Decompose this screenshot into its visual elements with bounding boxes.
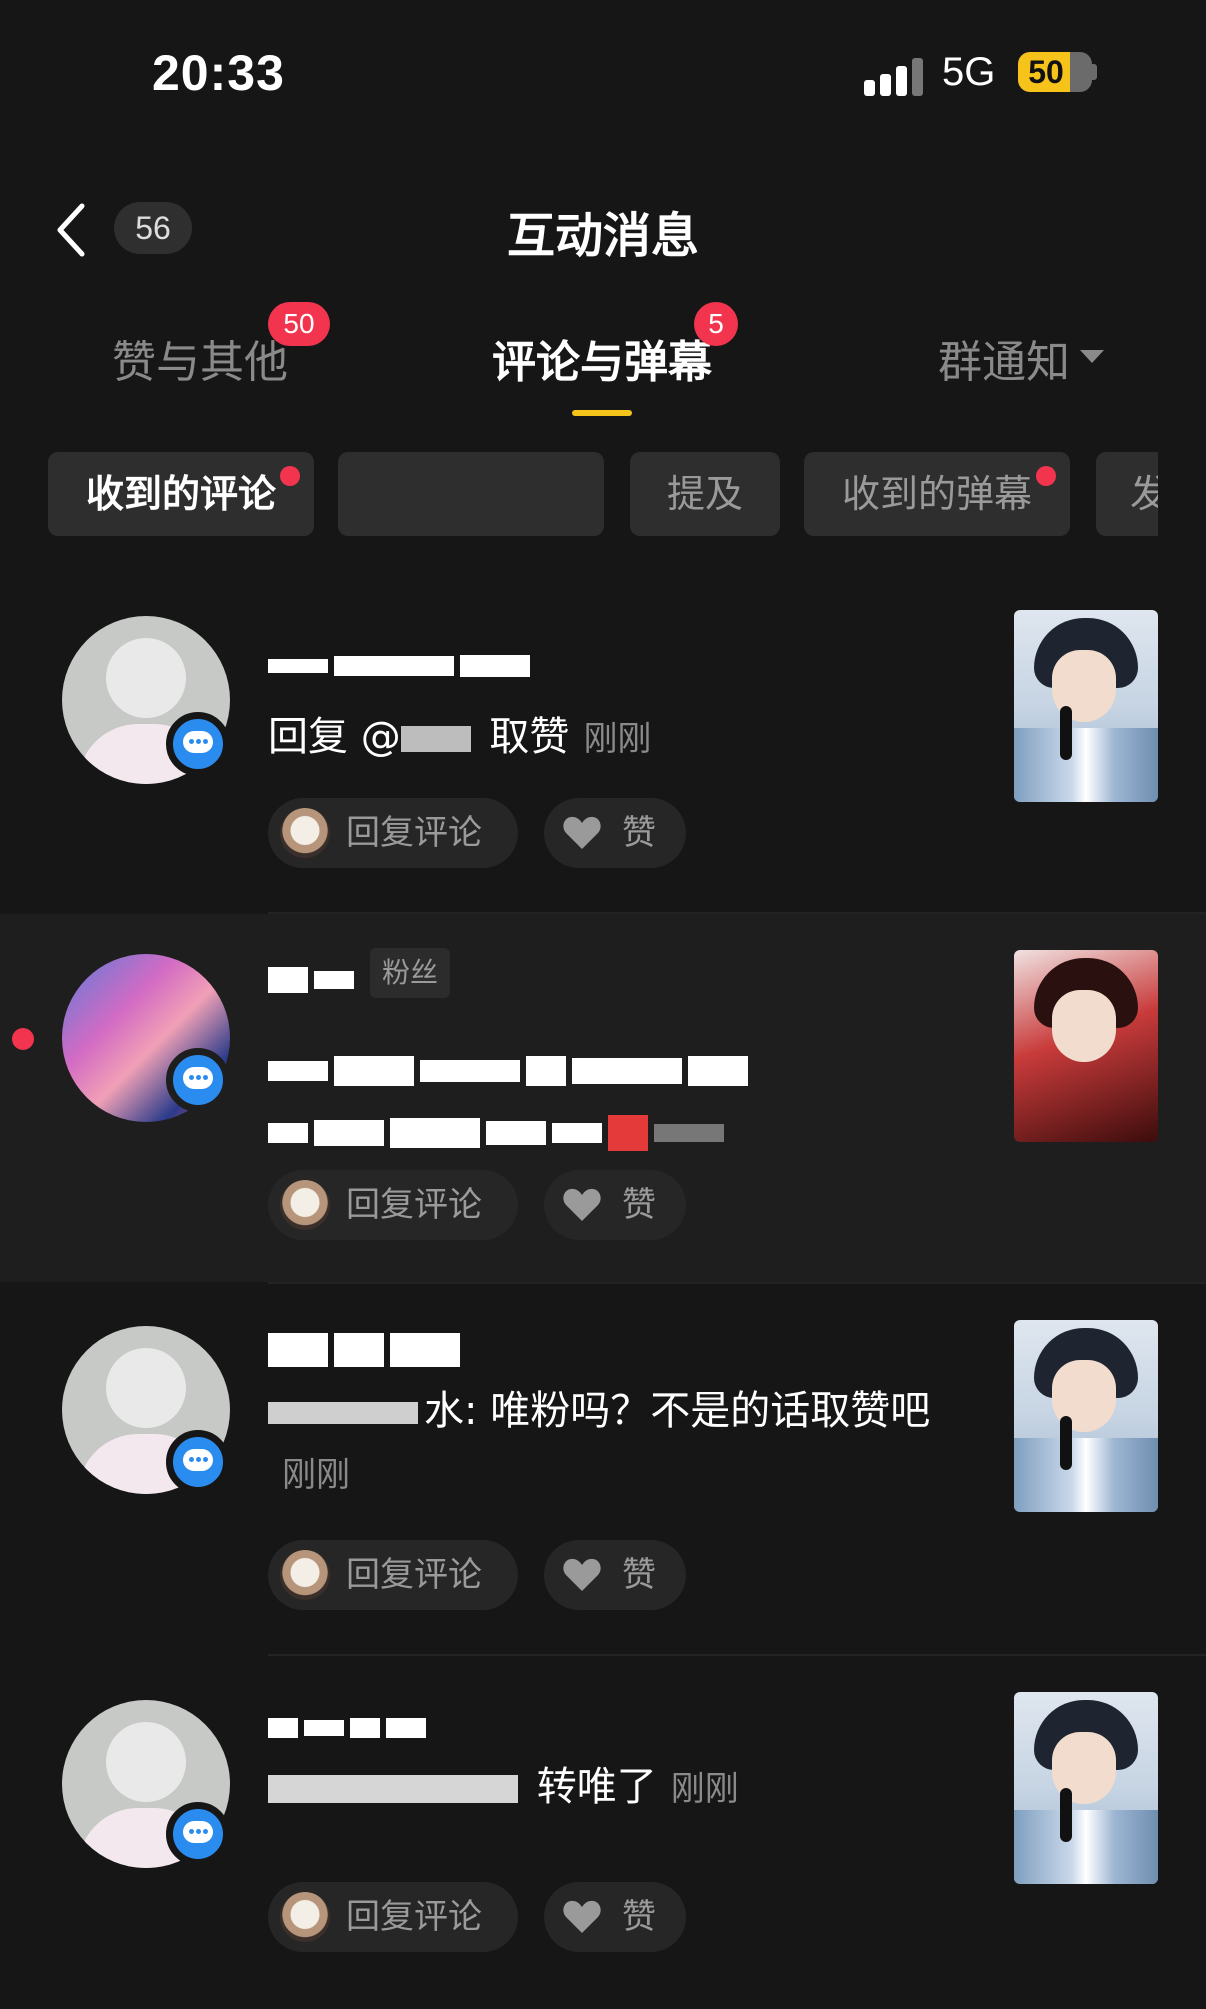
page-title: 互动消息 xyxy=(506,208,699,264)
network-type: 5G xyxy=(942,50,996,94)
list-item[interactable]: 水: 唯粉吗？不是的话取赞吧刚刚 回复评论 赞 xyxy=(0,1284,1206,1654)
message-icon xyxy=(166,712,230,776)
unread-dot xyxy=(12,1028,34,1050)
message-icon xyxy=(166,1430,230,1494)
video-thumbnail[interactable] xyxy=(1014,1320,1158,1512)
tab-comments[interactable]: 评论与弹幕 xyxy=(492,326,712,390)
chip-unread-dot xyxy=(1036,466,1056,486)
chip-sent[interactable]: 发 xyxy=(1096,452,1158,536)
tab-likes-badge: 50 xyxy=(268,302,330,346)
battery-icon: 50 xyxy=(1018,52,1092,92)
active-tab-indicator xyxy=(572,410,632,416)
heart-icon xyxy=(563,1558,601,1591)
signal-icon xyxy=(864,56,924,96)
user-name[interactable] xyxy=(268,958,360,999)
tab-group-notice[interactable]: 群通知 xyxy=(938,326,1070,390)
my-avatar xyxy=(280,1550,330,1600)
my-avatar xyxy=(280,1892,330,1942)
reply-comment-button[interactable]: 回复评论 xyxy=(268,798,518,868)
like-button[interactable]: 赞 xyxy=(544,798,686,868)
heart-icon xyxy=(563,816,601,849)
filter-chips: 收到的评论 提及 收到的弹幕 发 xyxy=(48,452,1158,536)
tab-comments-badge: 5 xyxy=(694,302,738,346)
caret-down-icon[interactable] xyxy=(1080,350,1104,363)
video-thumbnail[interactable] xyxy=(1014,610,1158,802)
fan-tag: 粉丝 xyxy=(370,948,451,998)
status-time: 20:33 xyxy=(152,45,285,101)
comment-content[interactable]: 转唯了 刚刚 xyxy=(268,1756,948,1820)
like-button[interactable]: 赞 xyxy=(544,1540,686,1610)
reply-comment-button[interactable]: 回复评论 xyxy=(268,1170,518,1240)
message-icon xyxy=(166,1802,230,1866)
battery-tip xyxy=(1092,64,1097,80)
chip-received-comments[interactable]: 收到的评论 xyxy=(48,452,314,536)
list-item[interactable]: 转唯了 刚刚 回复评论 赞 xyxy=(0,1656,1206,2009)
reply-comment-button[interactable]: 回复评论 xyxy=(268,1540,518,1610)
status-bar: 20:33 5G 50 xyxy=(0,0,1206,150)
tab-likes[interactable]: 赞与其他 xyxy=(112,326,288,390)
comment-content[interactable]: 水: 唯粉吗？不是的话取赞吧刚刚 xyxy=(268,1380,948,1506)
message-icon xyxy=(166,1048,230,1112)
my-avatar xyxy=(280,1180,330,1230)
video-thumbnail[interactable] xyxy=(1014,950,1158,1142)
like-button[interactable]: 赞 xyxy=(544,1170,686,1240)
heart-icon xyxy=(563,1900,601,1933)
user-name[interactable] xyxy=(268,644,536,685)
video-thumbnail[interactable] xyxy=(1014,1692,1158,1884)
user-name[interactable] xyxy=(268,1328,466,1369)
comment-content[interactable] xyxy=(268,1024,948,1151)
comment-content[interactable]: 回复 @ 取赞 刚刚 xyxy=(268,706,948,770)
like-button[interactable]: 赞 xyxy=(544,1882,686,1952)
reply-comment-button[interactable]: 回复评论 xyxy=(268,1882,518,1952)
chip-received-danmaku[interactable]: 收到的弹幕 xyxy=(804,452,1070,536)
list-item[interactable]: 粉丝 回复评论 赞 xyxy=(0,914,1206,1282)
chip-hidden[interactable] xyxy=(338,452,604,536)
chip-mentions[interactable]: 提及 xyxy=(630,452,780,536)
user-name[interactable] xyxy=(268,1706,432,1747)
heart-icon xyxy=(563,1188,601,1221)
list-item[interactable]: 回复 @ 取赞 刚刚 回复评论 赞 xyxy=(0,590,1206,912)
my-avatar xyxy=(280,808,330,858)
chip-unread-dot xyxy=(280,466,300,486)
